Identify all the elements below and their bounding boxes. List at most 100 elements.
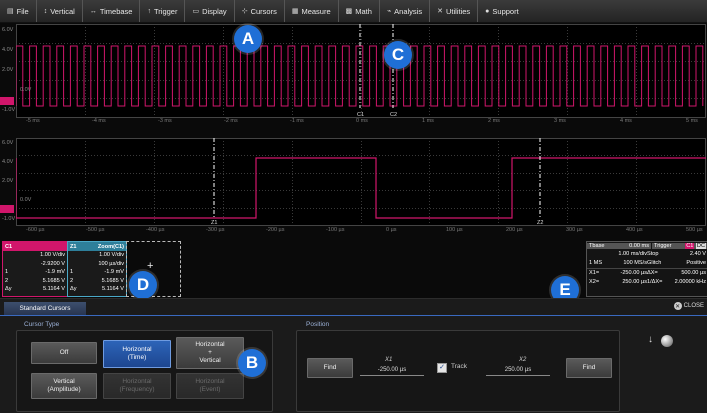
zoom-waveform-plot[interactable]: Z1 Z2 xyxy=(16,138,706,226)
close-button[interactable]: ✕ CLOSE xyxy=(673,302,704,310)
trace-row: 2 5.1685 V xyxy=(3,277,67,286)
volt-label: 6.0V xyxy=(2,140,14,146)
track-checkbox[interactable]: ✓ xyxy=(437,363,447,373)
trigger-coupling-badge: DC xyxy=(695,243,706,249)
cursor-label-z1: Z1 xyxy=(211,220,217,226)
vertical-amplitude-button[interactable]: Vertical (Amplitude) xyxy=(31,373,97,399)
timebase-row-cell: 2.40 V xyxy=(689,251,706,257)
trace-cell: -1.9 mV xyxy=(104,269,124,275)
zoom-waveform-grid[interactable]: Z1 Z2 xyxy=(16,138,706,226)
menu-label: Cursors xyxy=(250,6,277,16)
timebase-row-cell: Stop xyxy=(647,251,659,257)
main-waveform-plot[interactable]: C1 C2 xyxy=(16,24,706,118)
x1-input[interactable]: -250.00 µs xyxy=(360,365,424,376)
cursors-icon: ⊹ xyxy=(241,8,248,15)
cursor-row-cell: 250.00 µs xyxy=(622,279,647,285)
trace-cell: -2.9200 V xyxy=(40,260,65,267)
volt-label: 6.0V xyxy=(2,27,14,33)
menu-timebase[interactable]: ↔ Timebase xyxy=(83,0,141,22)
time-label: -200 µs xyxy=(266,227,285,233)
time-label: 300 µs xyxy=(566,227,583,233)
menu-file[interactable]: ▤ File xyxy=(0,0,37,22)
trace-descriptor-c1[interactable]: C1 1.00 V/div -2.9200 V 1 -1.9 mV 2 5.1685 VΔ… xyxy=(2,241,68,297)
cursor-off-button[interactable]: Off xyxy=(31,342,97,364)
timebase-trigger-box[interactable]: Tbase 0.00 ms Trigger C1 DC 1.00 ms/div S… xyxy=(586,241,707,297)
main-waveform-grid[interactable]: C1 C2 xyxy=(16,24,706,118)
cursor-row-cell: ΔX= xyxy=(647,270,658,276)
trace-cell: 1.00 V/div xyxy=(40,252,65,258)
horizontal-event-button[interactable]: Horizontal (Event) xyxy=(176,373,244,399)
callout-b: B xyxy=(238,349,266,377)
trace-cell: Δy xyxy=(70,286,77,292)
find-x2-button[interactable]: Find xyxy=(566,358,612,378)
horizontal-vertical-button[interactable]: Horizontal + Vertical xyxy=(176,337,244,369)
menu-utilities[interactable]: ✕ Utilities xyxy=(430,0,479,22)
menu-cursors[interactable]: ⊹ Cursors xyxy=(235,0,285,22)
tab-standard-cursors[interactable]: Standard Cursors xyxy=(4,302,86,315)
time-label: -500 µs xyxy=(86,227,105,233)
time-label: -300 µs xyxy=(206,227,225,233)
trace-z1-subtitle: Zoom(C1) xyxy=(97,243,124,250)
find-x1-button[interactable]: Find xyxy=(307,358,353,378)
menu-label: File xyxy=(16,6,29,16)
cursor-row: X2= 250.00 µs 1/ΔX= 2.00000 kHz xyxy=(587,278,707,287)
channel-offset-marker[interactable] xyxy=(0,97,14,105)
add-trace-icon[interactable]: + xyxy=(147,260,153,272)
dialog-tab-underline xyxy=(0,315,707,316)
menu-display[interactable]: ▭ Display xyxy=(185,0,235,22)
menu-label: Analysis xyxy=(394,6,423,16)
time-label: -5 ms xyxy=(26,118,40,124)
callout-d: D xyxy=(129,271,157,299)
trace-descriptor-z1[interactable]: Z1 Zoom(C1) 1.00 V/div 100 µs/div 1 -1.9 mV… xyxy=(67,241,127,297)
time-label: 400 µs xyxy=(626,227,643,233)
horizontal-frequency-button[interactable]: Horizontal (Frequency) xyxy=(103,373,171,399)
cursor-row-cell: 2.00000 kHz xyxy=(674,279,706,285)
adjust-knob-icon[interactable] xyxy=(661,335,673,347)
volt-label: -1.0V xyxy=(2,216,16,222)
trace-row: 1 -1.9 mV xyxy=(68,268,126,277)
trigger-icon: ↑ xyxy=(147,7,151,15)
menu-measure[interactable]: ▦ Measure xyxy=(285,0,339,22)
horizontal-time-button[interactable]: Horizontal (Time) xyxy=(103,340,171,368)
menu-support[interactable]: ● Support xyxy=(478,0,526,22)
trace-cell: -1.9 mV xyxy=(45,269,65,275)
analysis-icon: ⌁ xyxy=(386,8,392,15)
file-icon: ▤ xyxy=(7,8,14,15)
main-time-axis: -5 ms -4 ms -3 ms -2 ms -1 ms 0 ms 1 ms 2 ms 3 m… xyxy=(16,118,706,128)
menu-trigger[interactable]: ↑ Trigger xyxy=(140,0,186,22)
timebase-row-cell xyxy=(589,250,605,259)
menu-analysis[interactable]: ⌁ Analysis xyxy=(380,0,431,22)
tbase-value: 0.00 ms xyxy=(629,243,649,249)
time-label: 3 ms xyxy=(554,118,566,124)
menu-label: Measure xyxy=(301,6,331,16)
grid-border xyxy=(16,138,706,226)
trace-row: 100 µs/div xyxy=(68,260,126,269)
time-label: 2 ms xyxy=(488,118,500,124)
menu-label: Support xyxy=(492,6,519,16)
trace-row: 1.00 V/div xyxy=(3,251,67,260)
x2-input[interactable]: 250.00 µs xyxy=(486,365,550,376)
trace-c1-title: C1 xyxy=(5,243,13,250)
trace-cell: 5.1685 V xyxy=(101,277,124,284)
timebase-row-cell: 1.00 ms/div xyxy=(618,251,647,257)
trace-cell: 2 xyxy=(5,277,9,284)
time-label: 5 ms xyxy=(686,118,698,124)
trace-cell: 2 xyxy=(70,277,74,284)
zoom-offset-marker[interactable] xyxy=(0,205,14,213)
time-label: -400 µs xyxy=(146,227,165,233)
cursor-row-cell: -250.00 µs xyxy=(620,270,647,276)
timebase-row: 1.00 ms/div Stop 2.40 V xyxy=(587,250,707,259)
time-label: 500 µs xyxy=(686,227,703,233)
time-label: 100 µs xyxy=(446,227,463,233)
time-label: -100 µs xyxy=(326,227,345,233)
close-icon[interactable]: ✕ xyxy=(673,302,682,310)
close-label: CLOSE xyxy=(683,303,704,309)
menu-math[interactable]: ▩ Math xyxy=(339,0,380,22)
trace-cell: 5.1164 V xyxy=(43,286,65,292)
menu-vertical[interactable]: ↕ Vertical xyxy=(37,0,83,22)
trace-cell: 1 xyxy=(70,269,74,275)
trace-cell: 1.00 V/div xyxy=(99,252,124,258)
cursor-row-cell: 1/ΔX= xyxy=(647,279,663,285)
oscilloscope-app: ▤ File ↕ Vertical ↔ Timebase ↑ Trigger ▭ Display ⊹… xyxy=(0,0,707,413)
track-label: Track xyxy=(451,363,468,370)
